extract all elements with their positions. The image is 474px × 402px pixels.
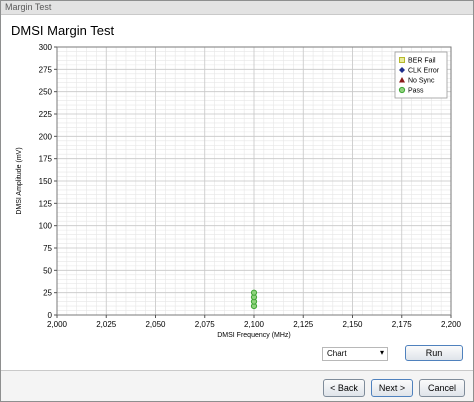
next-button[interactable]: Next >	[371, 379, 413, 397]
y-tick-label: 150	[39, 177, 53, 186]
x-tick-label: 2,200	[441, 320, 462, 329]
y-tick-label: 225	[39, 110, 53, 119]
x-tick-label: 2,050	[145, 320, 166, 329]
y-tick-label: 250	[39, 88, 53, 97]
cancel-button[interactable]: Cancel	[419, 379, 465, 397]
x-tick-label: 2,075	[195, 320, 216, 329]
y-tick-label: 50	[43, 266, 52, 275]
margin-chart: 2,000 2,025 2,050 2,075 2,100 2,125 2,150 2,175…	[16, 43, 462, 339]
legend-label: Pass	[408, 88, 424, 95]
y-tick-label: 0	[48, 311, 53, 320]
y-tick-label: 25	[43, 289, 52, 298]
margin-test-window: Margin Test DMSI Margin Test 2,000 2,025 2…	[0, 0, 474, 402]
y-tick-label: 300	[39, 43, 53, 52]
y-tick-label: 275	[39, 65, 53, 74]
legend-marker	[398, 86, 406, 94]
run-button[interactable]: Run	[405, 345, 463, 361]
y-tick-label: 100	[39, 222, 53, 231]
legend-label: No Sync	[408, 78, 435, 85]
back-button[interactable]: < Back	[323, 379, 365, 397]
y-axis-label: DMSI Amplitude (mV)	[16, 147, 23, 214]
x-tick-label: 2,000	[47, 320, 68, 329]
x-tick-label: 2,150	[342, 320, 363, 329]
y-tick-label: 75	[43, 244, 52, 253]
y-tick-label: 175	[39, 155, 53, 164]
view-select[interactable]: Chart ▾	[322, 347, 388, 361]
legend-marker	[399, 57, 405, 63]
x-axis-label: DMSI Frequency (MHz)	[217, 332, 291, 339]
legend-label: BER Fail	[408, 58, 436, 65]
y-tick-label: 125	[39, 199, 53, 208]
chevron-down-icon: ▾	[379, 348, 384, 357]
x-tick-label: 2,175	[392, 320, 413, 329]
data-point	[250, 289, 258, 296]
view-select-value: Chart	[327, 349, 347, 358]
legend-label: CLK Error	[408, 68, 440, 75]
y-tick-label: 200	[39, 132, 53, 141]
x-tick-label: 2,025	[96, 320, 117, 329]
x-tick-label: 2,125	[293, 320, 314, 329]
x-tick-label: 2,100	[244, 320, 265, 329]
